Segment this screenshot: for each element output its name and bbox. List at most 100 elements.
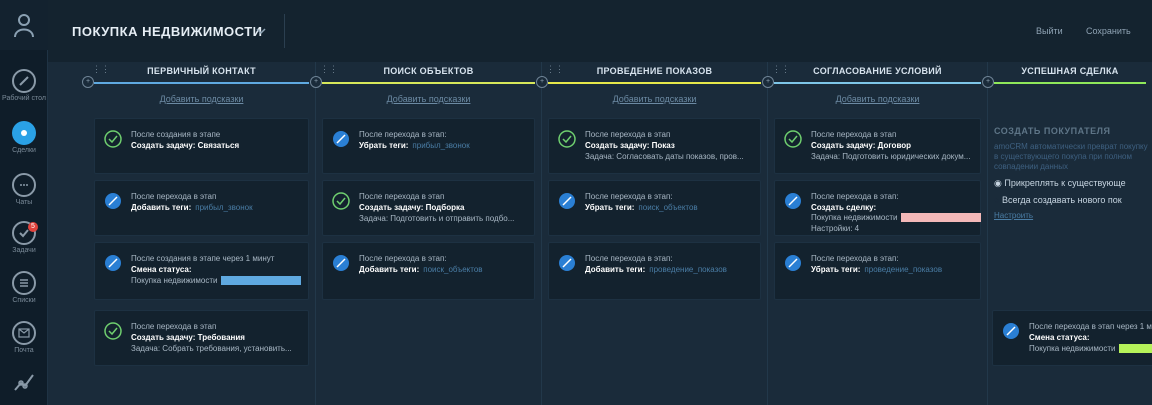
- add-hints-link[interactable]: Добавить подсказки: [88, 94, 315, 104]
- action-text: Создать задачу: Показ: [585, 141, 675, 150]
- action-text: Создать задачу: Подборка: [359, 203, 465, 212]
- automation-card[interactable]: После перехода в этап Создать задачу: До…: [774, 118, 981, 174]
- stage-node: +: [762, 76, 774, 88]
- tag-circle-icon: [333, 255, 349, 271]
- nav-lists[interactable]: Списки: [0, 262, 48, 314]
- tag-value: проведение_показов: [649, 265, 727, 274]
- task-text: Задача: Подготовить юридических докум...: [811, 152, 971, 161]
- add-hints-link[interactable]: Добавить подсказки: [542, 94, 767, 104]
- nav-label: Чаты: [15, 199, 33, 206]
- stage-color-line: [94, 82, 309, 84]
- action-text: Добавить теги: проведение_показов: [585, 265, 727, 274]
- automation-card[interactable]: После перехода в этап: Убрать теги: прове…: [774, 242, 981, 300]
- action-text: Создать задачу: Договор: [811, 141, 912, 150]
- lists-icon: [12, 271, 36, 295]
- check-circle-icon: [104, 130, 122, 148]
- stage-header[interactable]: ⋮⋮ ПЕРВИЧНЫЙ КОНТАКТ + Добавить подсказк…: [82, 62, 316, 112]
- nav-chats[interactable]: Чаты: [0, 164, 48, 216]
- tag-value: поиск_объектов: [638, 203, 698, 212]
- trigger-text: После перехода в этап: [359, 192, 445, 201]
- automation-card[interactable]: После перехода в этап: Убрать теги: поиск…: [548, 180, 761, 236]
- trigger-text: После создания в этапе через 1 минут: [131, 254, 275, 263]
- stage-header[interactable]: ⋮⋮ СОГЛАСОВАНИЕ УСЛОВИЙ + Добавить подск…: [762, 62, 988, 112]
- left-navigation: Рабочий стол Сделки Чаты 5 Задачи Списки…: [0, 0, 48, 405]
- automation-card[interactable]: После перехода в этап: Добавить теги: пои…: [322, 242, 535, 300]
- trigger-text: После создания в этапе: [131, 130, 221, 139]
- nav-stats[interactable]: [0, 356, 48, 405]
- stats-icon: [14, 374, 34, 391]
- stage-name: ПОИСК ОБЪЕКТОВ: [383, 66, 474, 76]
- status-text: Покупка недвижимости: [131, 276, 302, 286]
- action-label: Добавить теги:: [359, 265, 420, 274]
- action-text: Убрать теги: проведение_показов: [811, 265, 942, 274]
- stage-column: После создания в этапе Создать задачу: С…: [88, 112, 316, 405]
- status-label: Покупка недвижимости: [131, 276, 218, 285]
- top-bar: ПОКУПКА НЕДВИЖИМОСТИ Выйти Сохранить: [48, 0, 1152, 62]
- automation-card[interactable]: После перехода в этап через 1 ми Смена с…: [992, 310, 1152, 366]
- dashboard-icon: [12, 69, 36, 93]
- stage-header[interactable]: УСПЕШНАЯ СДЕЛКА +: [982, 62, 1152, 112]
- tag-value: поиск_объектов: [423, 265, 483, 274]
- stage-node: +: [82, 76, 94, 88]
- stage-header[interactable]: ⋮⋮ ПОИСК ОБЪЕКТОВ + Добавить подсказки: [310, 62, 542, 112]
- radio-create-new[interactable]: ○ Всегда создавать нового пок: [994, 195, 1152, 205]
- action-text: Убрать теги: поиск_объектов: [585, 203, 698, 212]
- tag-circle-icon: [333, 131, 349, 147]
- status-color-chip: [901, 213, 982, 223]
- automation-card[interactable]: После перехода в этап Создать задачу: По…: [548, 118, 761, 174]
- nav-label: Почта: [14, 347, 34, 354]
- mail-icon: [12, 321, 36, 345]
- action-label: Убрать теги:: [585, 203, 635, 212]
- check-circle-icon: [332, 192, 350, 210]
- check-circle-icon: [784, 130, 802, 148]
- action-text: Добавить теги: поиск_объектов: [359, 265, 483, 274]
- action-text: Создать задачу: Требования: [131, 333, 245, 342]
- chevron-down-icon[interactable]: [254, 24, 268, 38]
- cancel-button[interactable]: Выйти: [1036, 26, 1063, 36]
- tag-value: прибыл_звонок: [412, 141, 470, 150]
- deals-icon: [12, 121, 36, 145]
- stage-header[interactable]: ⋮⋮ ПРОВЕДЕНИЕ ПОКАЗОВ + Добавить подсказ…: [536, 62, 768, 112]
- status-color-chip: [221, 276, 302, 286]
- add-hints-link[interactable]: Добавить подсказки: [768, 94, 987, 104]
- action-text: Смена статуса:: [1029, 333, 1090, 342]
- trigger-text: После перехода в этап: [131, 192, 217, 201]
- stage-color-line: [322, 82, 535, 84]
- trigger-text: После перехода в этап:: [585, 254, 673, 263]
- automation-card[interactable]: После перехода в этап: Убрать теги: прибы…: [322, 118, 535, 174]
- nav-dashboard[interactable]: Рабочий стол: [0, 60, 48, 112]
- automation-card[interactable]: После создания в этапе Создать задачу: С…: [94, 118, 309, 174]
- nav-label: Задачи: [12, 247, 36, 254]
- logo[interactable]: [0, 0, 48, 50]
- automation-card[interactable]: После перехода в этап Добавить теги: приб…: [94, 180, 309, 236]
- stage-headers: ⋮⋮ ПЕРВИЧНЫЙ КОНТАКТ + Добавить подсказк…: [48, 62, 1152, 112]
- divider: [284, 14, 285, 48]
- action-label: Убрать теги:: [359, 141, 409, 150]
- stage-color-line: [774, 82, 981, 84]
- stage-column: После перехода в этап Создать задачу: По…: [542, 112, 768, 405]
- automation-card[interactable]: После перехода в этап Создать задачу: Тр…: [94, 310, 309, 366]
- nav-label: Рабочий стол: [2, 95, 46, 102]
- automation-card[interactable]: После перехода в этап: Добавить теги: про…: [548, 242, 761, 300]
- nav-deals[interactable]: Сделки: [0, 112, 48, 164]
- add-hints-link[interactable]: Добавить подсказки: [316, 94, 541, 104]
- check-circle-icon: [104, 322, 122, 340]
- stage-node: +: [982, 76, 994, 88]
- automation-card[interactable]: После создания в этапе через 1 минут Сме…: [94, 242, 309, 300]
- radio-label: Прикреплять к существующе: [1004, 178, 1126, 188]
- configure-link[interactable]: Настроить: [994, 211, 1152, 220]
- radio-attach-existing[interactable]: ◉ Прикреплять к существующе: [994, 178, 1152, 189]
- save-button[interactable]: Сохранить: [1086, 26, 1131, 36]
- tag-circle-icon: [1003, 323, 1019, 339]
- stage-column: После перехода в этап: Убрать теги: прибы…: [316, 112, 542, 405]
- automation-card[interactable]: После перехода в этап: Создать сделку: П…: [774, 180, 982, 236]
- pipeline-title[interactable]: ПОКУПКА НЕДВИЖИМОСТИ: [72, 24, 263, 39]
- action-text: Убрать теги: прибыл_звонок: [359, 141, 470, 150]
- status-text: Покупка недвижимости: [1029, 344, 1152, 354]
- stage-node: +: [310, 76, 322, 88]
- action-text: Смена статуса:: [131, 265, 192, 274]
- trigger-text: После перехода в этап: [131, 322, 217, 331]
- nav-tasks[interactable]: 5 Задачи: [0, 212, 48, 264]
- automation-card[interactable]: После перехода в этап Создать задачу: По…: [322, 180, 535, 236]
- trigger-text: После перехода в этап:: [811, 192, 899, 201]
